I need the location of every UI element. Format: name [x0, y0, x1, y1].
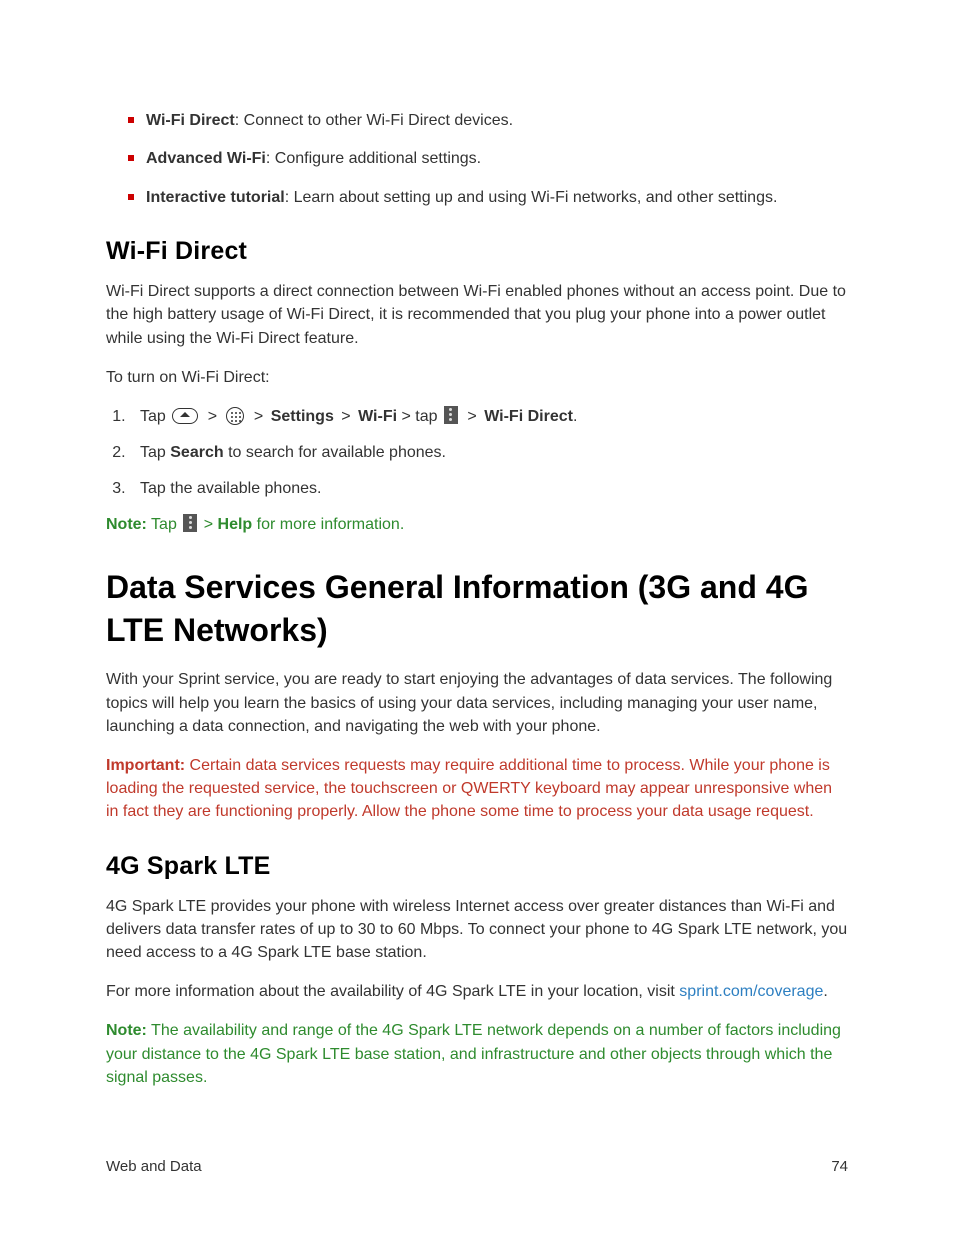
- spark-p2: For more information about the availabil…: [106, 980, 848, 1003]
- term: Advanced Wi-Fi: [146, 150, 266, 167]
- heading-data-services: Data Services General Information (3G an…: [106, 566, 848, 652]
- wifi-direct-label: Wi-Fi Direct: [484, 408, 573, 425]
- feature-list: Wi-Fi Direct: Connect to other Wi-Fi Dir…: [128, 110, 848, 209]
- important-label: Important:: [106, 757, 185, 774]
- text: Tap: [140, 408, 170, 425]
- step-1: Tap > > Settings > Wi-Fi > tap > Wi-Fi D…: [130, 405, 848, 429]
- page-footer: Web and Data 74: [106, 1158, 848, 1175]
- wifi-label: Wi-Fi: [358, 408, 397, 425]
- important-note: Important: Certain data services request…: [106, 754, 848, 824]
- important-body: Certain data services requests may requi…: [106, 757, 832, 820]
- help-label: Help: [218, 516, 253, 533]
- text: For more information about the availabil…: [106, 983, 679, 1000]
- wifi-direct-steps: Tap > > Settings > Wi-Fi > tap > Wi-Fi D…: [130, 405, 848, 501]
- note-label: Note:: [106, 516, 147, 533]
- more-icon: [183, 514, 197, 532]
- home-icon: [172, 408, 198, 424]
- wifi-direct-lead: To turn on Wi-Fi Direct:: [106, 366, 848, 389]
- separator: >: [203, 408, 221, 425]
- text: Tap: [147, 516, 181, 533]
- list-item: Wi-Fi Direct: Connect to other Wi-Fi Dir…: [128, 110, 848, 132]
- settings-label: Settings: [271, 408, 334, 425]
- wifi-direct-note: Note: Tap > Help for more information.: [106, 513, 848, 536]
- wifi-direct-intro: Wi-Fi Direct supports a direct connectio…: [106, 280, 848, 350]
- step-3: Tap the available phones.: [130, 477, 848, 501]
- note-body: The availability and range of the 4G Spa…: [106, 1022, 841, 1085]
- desc: : Configure additional settings.: [266, 150, 481, 167]
- list-item: Advanced Wi-Fi: Configure additional set…: [128, 148, 848, 170]
- text: for more information.: [252, 516, 404, 533]
- footer-page-number: 74: [831, 1158, 848, 1175]
- footer-section: Web and Data: [106, 1158, 202, 1175]
- desc: : Learn about setting up and using Wi-Fi…: [285, 189, 778, 206]
- period: .: [573, 408, 577, 425]
- text: Tap: [140, 444, 170, 461]
- separator: >: [199, 516, 217, 533]
- more-icon: [444, 406, 458, 424]
- text: to search for available phones.: [224, 444, 446, 461]
- separator: >: [463, 408, 481, 425]
- text: Tap the available phones.: [140, 480, 321, 497]
- heading-wifi-direct: Wi-Fi Direct: [106, 237, 848, 266]
- apps-icon: [226, 407, 244, 425]
- term: Wi-Fi Direct: [146, 112, 235, 129]
- data-services-intro: With your Sprint service, you are ready …: [106, 668, 848, 738]
- term: Interactive tutorial: [146, 189, 285, 206]
- note-label: Note:: [106, 1022, 147, 1039]
- coverage-link[interactable]: sprint.com/coverage: [679, 983, 823, 1000]
- text: .: [823, 983, 827, 1000]
- separator: >: [249, 408, 267, 425]
- separator: >: [337, 408, 355, 425]
- spark-note: Note: The availability and range of the …: [106, 1019, 848, 1089]
- search-label: Search: [170, 444, 223, 461]
- desc: : Connect to other Wi-Fi Direct devices.: [235, 112, 513, 129]
- text: > tap: [397, 408, 442, 425]
- heading-4g-spark: 4G Spark LTE: [106, 852, 848, 881]
- page: Wi-Fi Direct: Connect to other Wi-Fi Dir…: [0, 0, 954, 1235]
- list-item: Interactive tutorial: Learn about settin…: [128, 187, 848, 209]
- step-2: Tap Search to search for available phone…: [130, 441, 848, 465]
- spark-p1: 4G Spark LTE provides your phone with wi…: [106, 895, 848, 965]
